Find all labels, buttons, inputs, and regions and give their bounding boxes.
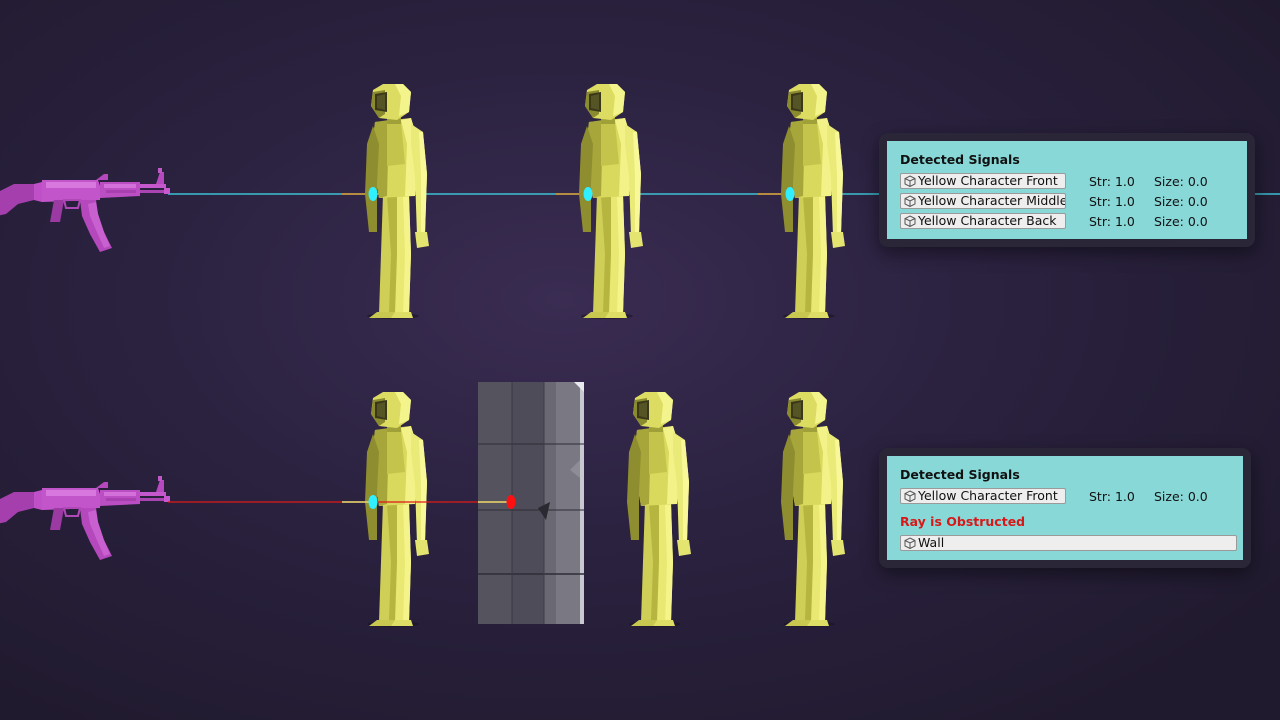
- signals-panel-top: Detected Signals Yellow Character Front …: [879, 133, 1255, 247]
- signal-row: Yellow Character Front Str: 1.0 Size: 0.…: [900, 487, 1243, 507]
- object-field[interactable]: Yellow Character Front: [900, 173, 1066, 189]
- object-field[interactable]: Yellow Character Front: [900, 488, 1066, 504]
- rifle-icon: [0, 167, 171, 253]
- character-front[interactable]: [365, 84, 429, 319]
- character-middle-obstructed[interactable]: [627, 392, 691, 627]
- cube-icon: [904, 175, 916, 187]
- obstruction-name: Wall: [918, 535, 945, 550]
- signal-strength: Str: 1.0: [1089, 214, 1135, 229]
- signal-size: Size: 0.0: [1154, 194, 1208, 209]
- hit-point: [368, 187, 378, 201]
- character-back[interactable]: [781, 84, 845, 319]
- object-field[interactable]: Yellow Character Back: [900, 213, 1066, 229]
- signal-strength: Str: 1.0: [1089, 194, 1135, 209]
- signal-name: Yellow Character Back: [918, 213, 1057, 228]
- scene-viewport: [0, 84, 1280, 627]
- signal-row: Yellow Character Front Str: 1.0 Size: 0.…: [900, 172, 1247, 192]
- signal-strength: Str: 1.0: [1089, 174, 1135, 189]
- character-back-obstructed[interactable]: [781, 392, 845, 627]
- signals-panel-bottom: Detected Signals Yellow Character Front …: [879, 448, 1251, 568]
- obstruction-row: Wall: [900, 534, 1243, 554]
- obstruction-point: [506, 495, 516, 509]
- character-front-obstructed[interactable]: [365, 392, 429, 627]
- signal-row: Yellow Character Back Str: 1.0 Size: 0.0: [900, 212, 1247, 232]
- character-middle[interactable]: [579, 84, 643, 319]
- signal-size: Size: 0.0: [1154, 489, 1208, 504]
- signal-size: Size: 0.0: [1154, 174, 1208, 189]
- signal-row: Yellow Character Middle Str: 1.0 Size: 0…: [900, 192, 1247, 212]
- signal-strength: Str: 1.0: [1089, 489, 1135, 504]
- signal-name: Yellow Character Front: [918, 488, 1058, 503]
- hit-point: [368, 495, 378, 509]
- cube-icon: [904, 195, 916, 207]
- ray-obstructed-label: Ray is Obstructed: [900, 514, 1026, 529]
- panel-title: Detected Signals: [900, 467, 1020, 482]
- cube-icon: [904, 490, 916, 502]
- signal-name: Yellow Character Middle: [918, 193, 1066, 208]
- signal-size: Size: 0.0: [1154, 214, 1208, 229]
- signal-name: Yellow Character Front: [918, 173, 1058, 188]
- hit-point: [785, 187, 795, 201]
- obstruction-field[interactable]: Wall: [900, 535, 1237, 551]
- wall-block[interactable]: [478, 382, 584, 624]
- panel-title: Detected Signals: [900, 152, 1020, 167]
- cube-icon: [904, 537, 916, 549]
- cube-icon: [904, 215, 916, 227]
- object-field[interactable]: Yellow Character Middle: [900, 193, 1066, 209]
- hit-point: [583, 187, 593, 201]
- rifle-icon: [0, 475, 171, 561]
